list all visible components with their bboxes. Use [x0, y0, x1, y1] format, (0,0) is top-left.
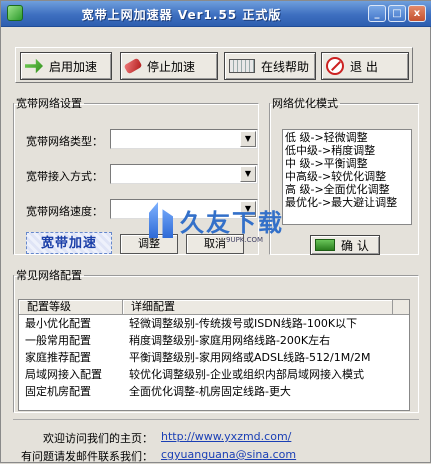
close-button[interactable]: x [408, 5, 426, 22]
table-row[interactable]: 最小优化配置 轻微调整级别-传统拨号或ISDN线路-100K以下 [19, 315, 409, 332]
exit-button[interactable]: 退 出 [321, 52, 409, 80]
column-header-level[interactable]: 配置等级 [19, 300, 123, 314]
cell-detail: 较优化调整级别-企业或组织内部局域网接入模式 [129, 368, 364, 381]
cell-level: 局域网接入配置 [25, 368, 102, 381]
cell-level: 最小优化配置 [25, 317, 91, 330]
footer: 欢迎访问我们的主页： http://www.yxzmd.com/ 有问题请发邮件… [13, 419, 419, 463]
common-config-group: 常见网络配置 配置等级 详细配置 最小优化配置 轻微调整级别-传统拨号或ISDN… [13, 267, 419, 413]
title-bar[interactable]: 宽带上网加速器 Ver1.55 正式版 _ □ x [1, 1, 431, 27]
email-link[interactable]: cgyuanguana@sina.com [161, 448, 296, 461]
minimize-button[interactable]: _ [368, 5, 386, 22]
keyboard-icon [229, 59, 255, 73]
window-title: 宽带上网加速器 Ver1.55 正式版 [81, 8, 282, 22]
cell-level: 家庭推荐配置 [25, 351, 91, 364]
table-header: 配置等级 详细配置 [19, 300, 409, 315]
network-type-select[interactable]: ▼ [110, 129, 258, 149]
online-help-label: 在线帮助 [261, 59, 310, 74]
building-logo-icon [149, 202, 173, 238]
maximize-button[interactable]: □ [388, 5, 406, 22]
cell-detail: 平衡调整级别-家用网络或ADSL线路-512/1M/2M [129, 351, 371, 364]
start-accel-label: 启用加速 [49, 59, 98, 74]
list-item[interactable]: 低中级->稍度调整 [285, 144, 409, 157]
network-settings-legend: 宽带网络设置 [16, 97, 82, 110]
chevron-down-icon[interactable]: ▼ [240, 131, 256, 147]
network-speed-label: 宽带网络速度： [26, 205, 103, 218]
list-item[interactable]: 中 级->平衡调整 [285, 157, 409, 170]
start-arrow-icon [25, 58, 43, 74]
chevron-down-icon[interactable]: ▼ [240, 166, 256, 182]
list-item[interactable]: 最优化->最大避让调整 [285, 196, 409, 209]
table-row[interactable]: 一般常用配置 稍度调整级别-家庭用网络线路-200K左右 [19, 332, 409, 349]
list-item[interactable]: 中高级->较优化调整 [285, 170, 409, 183]
start-accel-button[interactable]: 启用加速 [20, 52, 112, 80]
table-row[interactable]: 局域网接入配置 较优化调整级别-企业或组织内部局域网接入模式 [19, 366, 409, 383]
toolbar: 启用加速 停止加速 在线帮助 退 出 [15, 47, 413, 83]
online-help-button[interactable]: 在线帮助 [224, 52, 316, 80]
confirm-button[interactable]: 确 认 [310, 235, 380, 255]
stop-accel-button[interactable]: 停止加速 [120, 52, 218, 80]
watermark-text: 久友下载 [180, 207, 284, 237]
list-item[interactable]: 低 级->轻微调整 [285, 131, 409, 144]
network-type-label: 宽带网络类型： [26, 135, 103, 148]
cell-detail: 全面优化调整-机房固定线路-更大 [129, 385, 291, 398]
cell-detail: 稍度调整级别-家庭用网络线路-200K左右 [129, 334, 331, 347]
cell-level: 一般常用配置 [25, 334, 91, 347]
no-entry-icon [326, 57, 344, 75]
watermark: 久友下载 9UPK.COM [146, 198, 286, 244]
column-header-detail[interactable]: 详细配置 [123, 300, 393, 314]
eraser-icon [123, 57, 143, 75]
watermark-url: 9UPK.COM [226, 236, 264, 244]
homepage-link[interactable]: http://www.yxzmd.com/ [161, 430, 291, 443]
broadband-accel-logo: 宽带加速 [26, 232, 112, 254]
table-row[interactable]: 固定机房配置 全面优化调整-机房固定线路-更大 [19, 383, 409, 400]
optimize-mode-group: 网络优化模式 低 级->轻微调整 低中级->稍度调整 中 级->平衡调整 中高级… [269, 95, 419, 255]
exit-label: 退 出 [350, 59, 378, 74]
config-table[interactable]: 配置等级 详细配置 最小优化配置 轻微调整级别-传统拨号或ISDN线路-100K… [18, 299, 410, 411]
email-label: 有问题请发邮件联系我们： [21, 450, 153, 463]
app-window: 宽带上网加速器 Ver1.55 正式版 _ □ x 启用加速 停止加速 在线帮助… [0, 0, 431, 463]
cell-detail: 轻微调整级别-传统拨号或ISDN线路-100K以下 [129, 317, 358, 330]
optimize-mode-legend: 网络优化模式 [272, 97, 338, 110]
common-config-legend: 常见网络配置 [16, 269, 82, 282]
homepage-label: 欢迎访问我们的主页： [43, 432, 153, 445]
list-item[interactable]: 高 级->全面优化调整 [285, 183, 409, 196]
network-card-icon [315, 239, 335, 251]
optimize-mode-list[interactable]: 低 级->轻微调整 低中级->稍度调整 中 级->平衡调整 中高级->较优化调整… [282, 129, 412, 225]
access-mode-select[interactable]: ▼ [110, 164, 258, 184]
confirm-label: 确 认 [341, 238, 369, 253]
cell-level: 固定机房配置 [25, 385, 91, 398]
stop-accel-label: 停止加速 [147, 59, 196, 74]
access-mode-label: 宽带接入方式： [26, 170, 103, 183]
table-row[interactable]: 家庭推荐配置 平衡调整级别-家用网络或ADSL线路-512/1M/2M [19, 349, 409, 366]
